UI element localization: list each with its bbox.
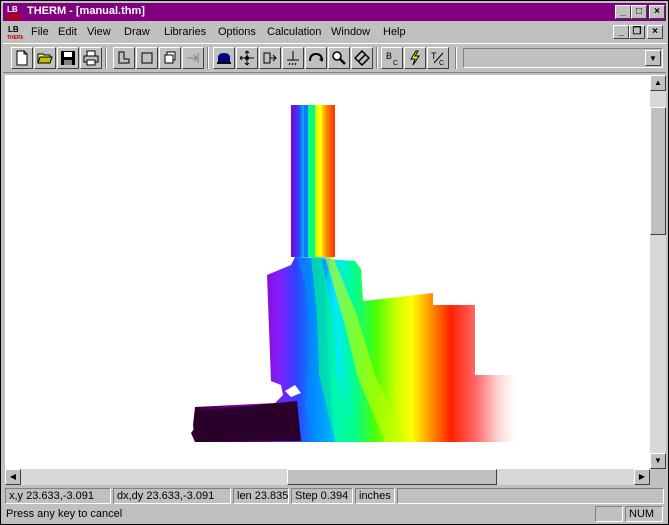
zoom-icon bbox=[332, 51, 346, 65]
svg-text:C: C bbox=[393, 60, 398, 66]
menu-bar: LB THERM File Edit View Draw Libraries O… bbox=[3, 22, 666, 42]
therm-window: LB THERM - [manual.thm] _ □ × LB THERM F… bbox=[0, 0, 669, 525]
copy-polygon-button[interactable] bbox=[159, 47, 181, 69]
offset-button[interactable] bbox=[282, 47, 304, 69]
save-button[interactable] bbox=[57, 47, 79, 69]
save-disk-icon bbox=[61, 51, 75, 65]
stem-band bbox=[311, 105, 315, 257]
vertical-scrollbar[interactable]: ▲ ▼ bbox=[650, 75, 666, 469]
svg-text:B: B bbox=[386, 51, 392, 61]
status-bar: x,y 23.633,-3.091 dx,dy 23.633,-3.091 le… bbox=[3, 487, 666, 505]
status-length: len 23.835 bbox=[233, 488, 289, 504]
chevron-down-icon[interactable]: ▼ bbox=[645, 50, 661, 66]
menu-options[interactable]: Options bbox=[218, 26, 256, 38]
horizontal-scroll-thumb[interactable] bbox=[287, 469, 497, 485]
svg-text:LB: LB bbox=[8, 25, 19, 34]
insert-point-button[interactable] bbox=[236, 47, 258, 69]
toolbar-separator bbox=[376, 47, 378, 69]
fill-void-icon bbox=[217, 53, 231, 64]
status-units: inches bbox=[355, 488, 395, 504]
boundary-conditions-icon: BC bbox=[386, 51, 398, 66]
isotherm-plot[interactable] bbox=[5, 75, 650, 469]
doc-restore-button[interactable]: ❐ bbox=[629, 25, 645, 39]
therm-app-icon: LB bbox=[6, 4, 22, 20]
boundary-conditions-button[interactable]: BC bbox=[381, 47, 403, 69]
scroll-up-button[interactable]: ▲ bbox=[650, 75, 666, 91]
calculate-button[interactable] bbox=[404, 47, 426, 69]
draw-rectangle-button[interactable] bbox=[136, 47, 158, 69]
status-xy: x,y 23.633,-3.091 bbox=[5, 488, 111, 504]
zoom-button[interactable] bbox=[328, 47, 350, 69]
vertical-scroll-thumb[interactable] bbox=[650, 107, 666, 235]
svg-text:LB: LB bbox=[7, 5, 18, 14]
toolbar-separator bbox=[455, 47, 457, 69]
doc-close-button[interactable]: × bbox=[647, 25, 663, 39]
toolbar-separator bbox=[207, 47, 209, 69]
num-lock-indicator: NUM bbox=[625, 506, 663, 522]
title-bar[interactable]: LB THERM - [manual.thm] _ □ × bbox=[3, 3, 666, 21]
insert-point-icon bbox=[239, 50, 254, 66]
svg-text:C: C bbox=[439, 60, 444, 66]
status-step: Step 0.394 bbox=[291, 488, 353, 504]
window-title: THERM - [manual.thm] bbox=[27, 5, 145, 17]
toolbar-dropdown[interactable]: ▼ bbox=[463, 48, 663, 68]
copy-polygon-icon bbox=[164, 51, 176, 64]
menu-help[interactable]: Help bbox=[383, 26, 406, 38]
move-point-icon bbox=[263, 52, 277, 64]
scroll-right-button[interactable]: ▶ bbox=[634, 469, 650, 485]
status-empty bbox=[397, 488, 664, 504]
new-file-button[interactable] bbox=[11, 47, 33, 69]
menu-calculation[interactable]: Calculation bbox=[267, 26, 321, 38]
svg-text:T: T bbox=[431, 51, 437, 61]
toolbar-separator bbox=[105, 47, 107, 69]
horizontal-scrollbar[interactable]: ◀ ▶ bbox=[5, 469, 650, 485]
menu-window[interactable]: Window bbox=[331, 26, 370, 38]
locate-point-button[interactable] bbox=[182, 47, 204, 69]
print-button[interactable] bbox=[80, 47, 102, 69]
print-icon bbox=[83, 50, 99, 66]
scroll-corner bbox=[650, 469, 666, 485]
flip-button[interactable] bbox=[351, 47, 373, 69]
message-bar: Press any key to cancel NUM bbox=[3, 505, 666, 524]
doc-minimize-button[interactable]: _ bbox=[613, 25, 629, 39]
offset-icon bbox=[287, 51, 299, 66]
maximize-button[interactable]: □ bbox=[631, 5, 647, 19]
svg-text:THERM: THERM bbox=[7, 35, 23, 40]
stem-band bbox=[304, 105, 308, 257]
menu-draw[interactable]: Draw bbox=[124, 26, 150, 38]
rotate-icon bbox=[309, 52, 323, 62]
status-blank bbox=[595, 506, 623, 522]
status-dxdy: dx,dy 23.633,-3.091 bbox=[113, 488, 231, 504]
flip-icon bbox=[354, 50, 370, 66]
fill-void-button[interactable] bbox=[213, 47, 235, 69]
new-file-icon bbox=[16, 50, 28, 66]
minimize-button[interactable]: _ bbox=[615, 5, 631, 19]
drawing-canvas[interactable] bbox=[5, 75, 650, 469]
menu-file[interactable]: File bbox=[31, 26, 49, 38]
open-folder-icon bbox=[37, 53, 53, 64]
draw-rectangle-icon bbox=[141, 52, 153, 64]
scroll-left-button[interactable]: ◀ bbox=[5, 469, 21, 485]
menu-view[interactable]: View bbox=[87, 26, 111, 38]
rotate-button[interactable] bbox=[305, 47, 327, 69]
temperature-button[interactable]: TC bbox=[427, 47, 449, 69]
draw-polygon-icon bbox=[118, 51, 130, 64]
menu-edit[interactable]: Edit bbox=[58, 26, 77, 38]
draw-polygon-button[interactable] bbox=[113, 47, 135, 69]
menu-libraries[interactable]: Libraries bbox=[164, 26, 206, 38]
calculate-lightning-icon bbox=[410, 50, 420, 66]
open-file-button[interactable] bbox=[34, 47, 56, 69]
status-message: Press any key to cancel bbox=[6, 508, 123, 520]
toolbar: BC TC ▼ bbox=[3, 43, 666, 73]
stem-band bbox=[318, 105, 322, 257]
therm-document-icon[interactable]: LB THERM bbox=[7, 24, 23, 40]
scroll-down-button[interactable]: ▼ bbox=[650, 453, 666, 469]
move-point-button[interactable] bbox=[259, 47, 281, 69]
locate-point-icon bbox=[187, 53, 199, 63]
close-button[interactable]: × bbox=[649, 5, 665, 19]
temperature-icon: TC bbox=[431, 51, 444, 66]
